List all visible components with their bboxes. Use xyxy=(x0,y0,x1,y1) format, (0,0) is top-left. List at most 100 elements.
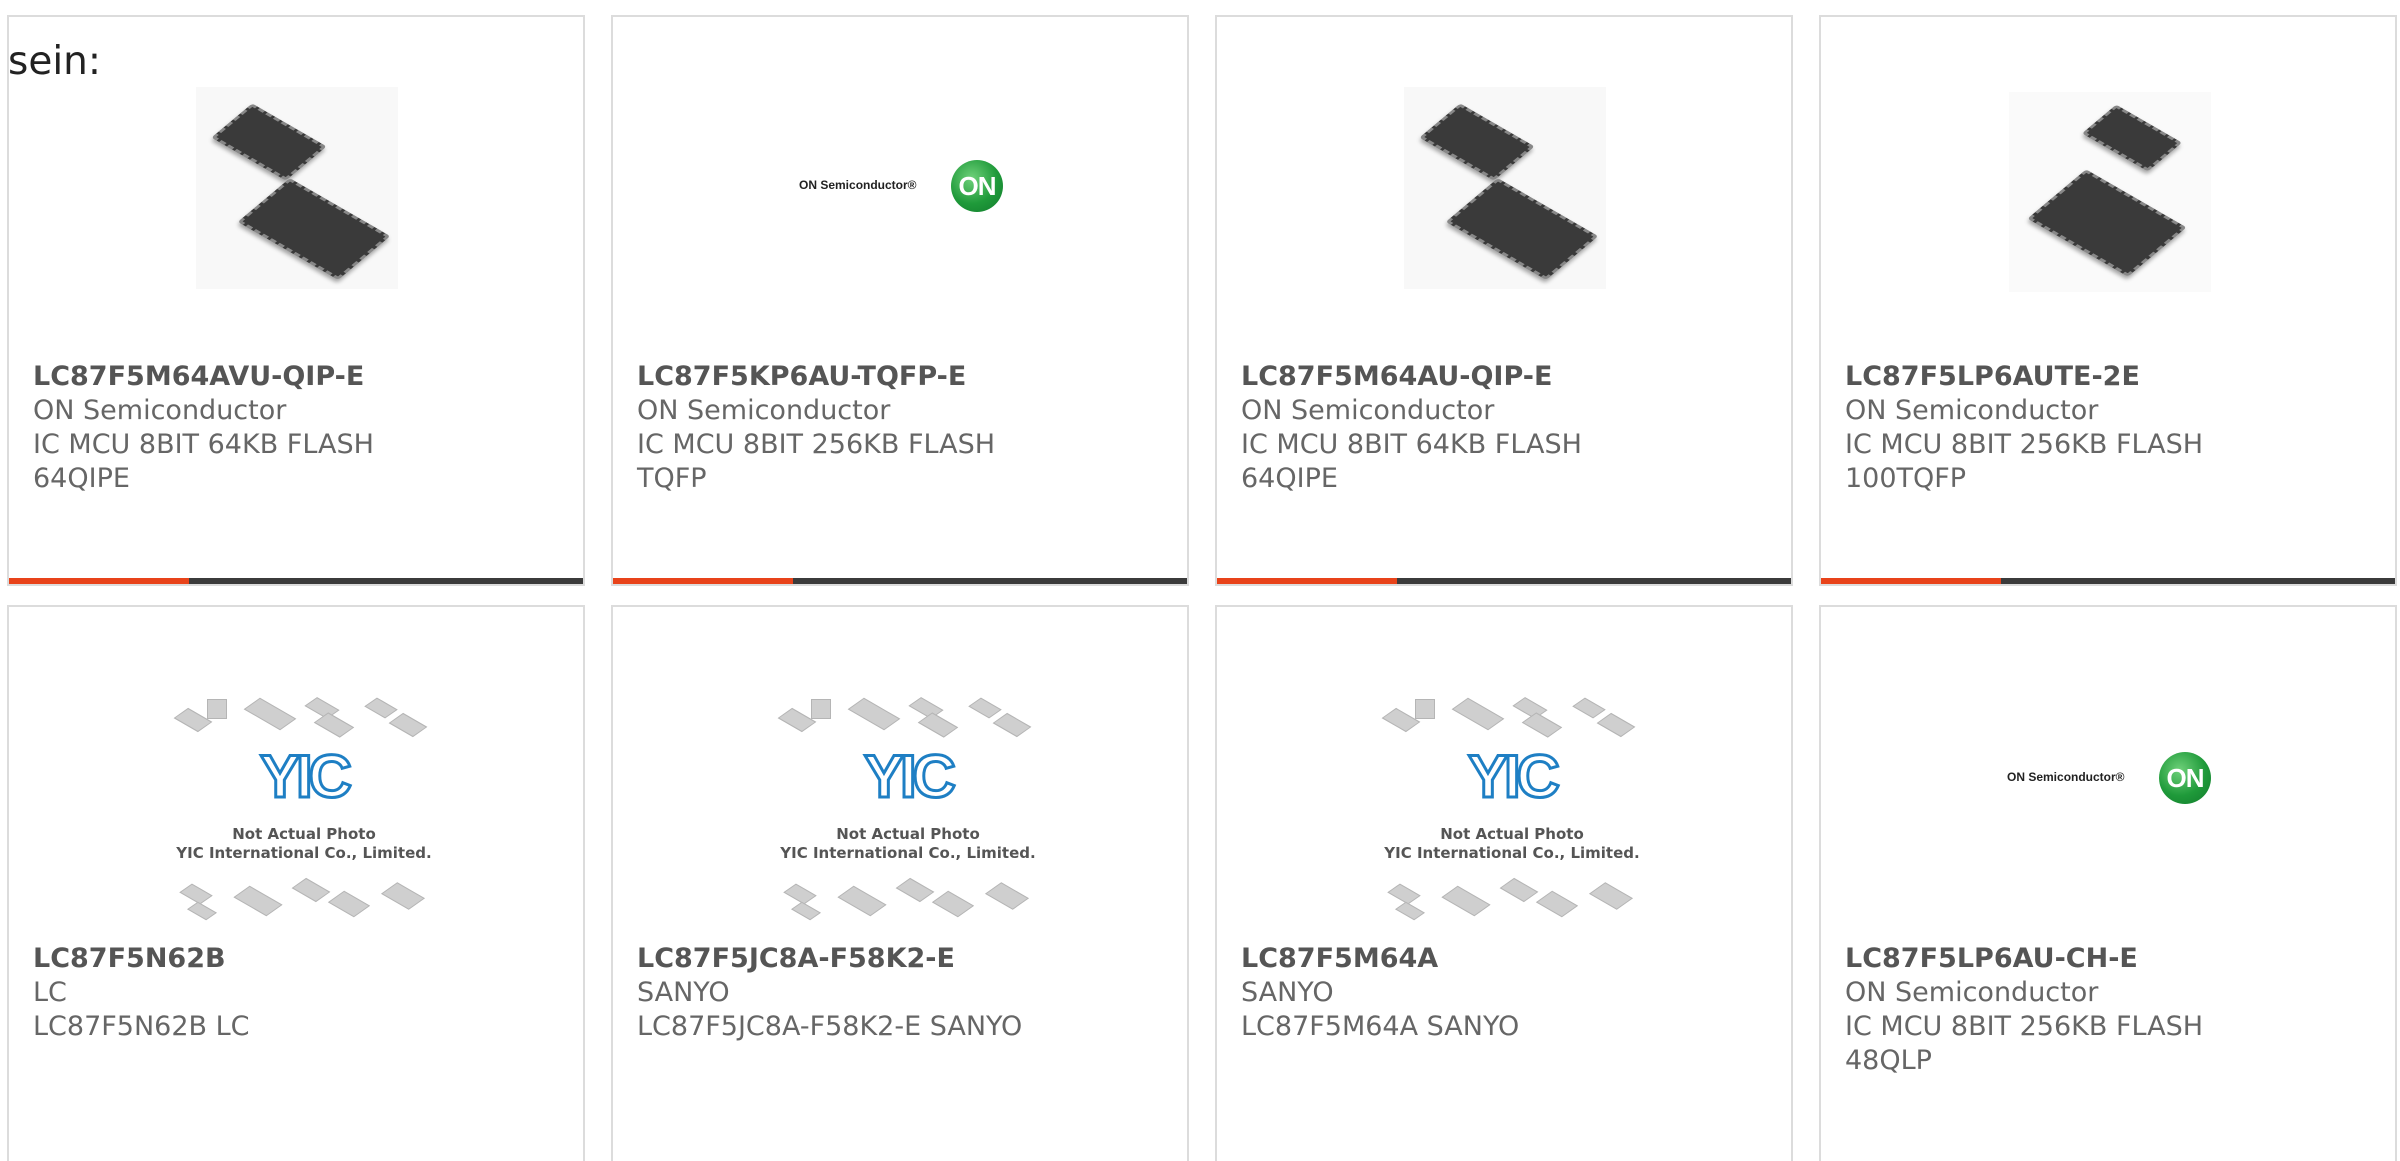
part-number-link[interactable]: LC87F5M64AVU-QIP-E xyxy=(33,360,559,394)
chip-package xyxy=(237,178,391,280)
yic-logo: YIC xyxy=(258,743,353,810)
package-thumbnail xyxy=(1415,699,1435,719)
product-description: LC87F5N62B LC xyxy=(33,1011,250,1042)
yic-caption: YIC International Co., Limited. xyxy=(176,844,432,862)
package-thumbnail xyxy=(207,699,227,719)
on-semiconductor-logo: ON Semiconductor® ON xyxy=(2007,752,2217,804)
product-card[interactable]: YIC Not Actual Photo YIC International C… xyxy=(1215,605,1793,1161)
on-logo-badge: ON xyxy=(2159,752,2211,804)
card-bottom-bar xyxy=(613,578,1187,584)
product-description: IC MCU 8BIT 64KB FLASH 64QIPE xyxy=(1241,429,1582,494)
product-image[interactable]: YIC Not Actual Photo YIC International C… xyxy=(613,607,1187,937)
yic-caption: Not Actual Photo xyxy=(232,825,376,843)
card-bar-accent xyxy=(613,578,793,584)
package-thumbnail xyxy=(1572,697,1606,719)
package-thumbnail xyxy=(364,697,398,719)
product-grid-page: sein: LC87F5M64AVU-QIP-E ON Semiconducto… xyxy=(0,0,2400,1161)
on-logo-wordmark: ON Semiconductor® xyxy=(799,178,917,192)
part-number-link[interactable]: LC87F5M64AU-QIP-E xyxy=(1241,360,1767,394)
package-thumbnail xyxy=(791,901,821,921)
product-card[interactable]: LC87F5M64AVU-QIP-E ON Semiconductor IC M… xyxy=(7,15,585,586)
part-number-link[interactable]: LC87F5KP6AU-TQFP-E xyxy=(637,360,1163,394)
part-number-link[interactable]: LC87F5M64A xyxy=(1241,942,1767,976)
lead-text: sein: xyxy=(8,39,102,84)
card-bottom-bar xyxy=(9,578,583,584)
product-description: LC87F5JC8A-F58K2-E SANYO xyxy=(637,1011,1023,1042)
card-bottom-bar xyxy=(1217,578,1791,584)
card-bar-accent xyxy=(9,578,189,584)
chip-package xyxy=(2027,169,2187,277)
product-info: LC87F5M64A SANYO LC87F5M64A SANYO xyxy=(1241,942,1767,1044)
product-image[interactable] xyxy=(1821,17,2395,347)
package-thumbnail xyxy=(985,882,1029,910)
package-thumbnail xyxy=(187,901,217,921)
package-thumbnail xyxy=(1451,697,1505,731)
package-thumbnail xyxy=(1499,877,1539,903)
card-bottom-bar xyxy=(1821,578,2395,584)
yic-logo: YIC xyxy=(862,743,957,810)
product-image[interactable]: YIC Not Actual Photo YIC International C… xyxy=(9,607,583,937)
package-thumbnail xyxy=(291,877,331,903)
manufacturer: ON Semiconductor xyxy=(33,395,287,426)
part-number-link[interactable]: LC87F5JC8A-F58K2-E xyxy=(637,942,1163,976)
yic-caption: YIC International Co., Limited. xyxy=(780,844,1036,862)
product-info: LC87F5JC8A-F58K2-E SANYO LC87F5JC8A-F58K… xyxy=(637,942,1163,1044)
product-image[interactable]: ON Semiconductor® ON xyxy=(613,17,1187,347)
manufacturer: SANYO xyxy=(637,977,730,1008)
package-thumbnail xyxy=(992,712,1032,738)
product-card[interactable]: ON Semiconductor® ON LC87F5KP6AU-TQFP-E … xyxy=(611,15,1189,586)
package-thumbnail xyxy=(243,697,297,731)
package-thumbnail xyxy=(931,890,975,918)
yic-placeholder-image: YIC Not Actual Photo YIC International C… xyxy=(169,697,439,932)
package-thumbnail xyxy=(233,885,283,917)
product-card[interactable]: YIC Not Actual Photo YIC International C… xyxy=(7,605,585,1161)
manufacturer: LC xyxy=(33,977,67,1008)
on-logo-wordmark: ON Semiconductor® xyxy=(2007,770,2125,784)
product-card[interactable]: LC87F5M64AU-QIP-E ON Semiconductor IC MC… xyxy=(1215,15,1793,586)
product-description: IC MCU 8BIT 64KB FLASH 64QIPE xyxy=(33,429,374,494)
package-thumbnail xyxy=(327,890,371,918)
part-number-link[interactable]: LC87F5LP6AU-CH-E xyxy=(1845,942,2371,976)
product-image[interactable]: YIC Not Actual Photo YIC International C… xyxy=(1217,607,1791,937)
product-card[interactable]: ON Semiconductor® ON LC87F5LP6AU-CH-E ON… xyxy=(1819,605,2397,1161)
part-number-link[interactable]: LC87F5N62B xyxy=(33,942,559,976)
product-info: LC87F5LP6AU-CH-E ON Semiconductor IC MCU… xyxy=(1845,942,2371,1078)
package-thumbnail xyxy=(1521,712,1563,738)
yic-caption: Not Actual Photo xyxy=(836,825,980,843)
manufacturer: ON Semiconductor xyxy=(1845,977,2099,1008)
chip-package xyxy=(211,103,327,181)
chip-package xyxy=(1419,103,1535,181)
package-thumbnail xyxy=(847,697,901,731)
chip-photo xyxy=(196,87,398,289)
card-bar-accent xyxy=(1217,578,1397,584)
product-info: LC87F5LP6AUTE-2E ON Semiconductor IC MCU… xyxy=(1845,360,2371,496)
package-thumbnail xyxy=(1395,901,1425,921)
chip-package xyxy=(1445,178,1599,280)
part-number-link[interactable]: LC87F5LP6AUTE-2E xyxy=(1845,360,2371,394)
package-thumbnail xyxy=(381,882,425,910)
product-card[interactable]: YIC Not Actual Photo YIC International C… xyxy=(611,605,1189,1161)
product-info: LC87F5KP6AU-TQFP-E ON Semiconductor IC M… xyxy=(637,360,1163,496)
package-thumbnail xyxy=(179,883,213,905)
package-thumbnail xyxy=(1535,890,1579,918)
product-description: IC MCU 8BIT 256KB FLASH TQFP xyxy=(637,429,996,494)
package-thumbnail xyxy=(968,697,1002,719)
product-image[interactable] xyxy=(1217,17,1791,347)
package-thumbnail xyxy=(388,712,428,738)
package-thumbnail xyxy=(1387,883,1421,905)
chip-photo xyxy=(1404,87,1606,289)
package-thumbnail xyxy=(917,712,959,738)
yic-caption: Not Actual Photo xyxy=(1440,825,1584,843)
yic-logo: YIC xyxy=(1466,743,1561,810)
package-thumbnail xyxy=(1441,885,1491,917)
chip-package xyxy=(2081,104,2183,172)
product-description: LC87F5M64A SANYO xyxy=(1241,1011,1520,1042)
yic-caption: YIC International Co., Limited. xyxy=(1384,844,1640,862)
on-semiconductor-logo: ON Semiconductor® ON xyxy=(799,160,1009,212)
product-card[interactable]: LC87F5LP6AUTE-2E ON Semiconductor IC MCU… xyxy=(1819,15,2397,586)
product-image[interactable]: ON Semiconductor® ON xyxy=(1821,607,2395,937)
product-description: IC MCU 8BIT 256KB FLASH 100TQFP xyxy=(1845,429,2204,494)
on-logo-badge: ON xyxy=(951,160,1003,212)
yic-placeholder-image: YIC Not Actual Photo YIC International C… xyxy=(773,697,1043,932)
product-info: LC87F5M64AVU-QIP-E ON Semiconductor IC M… xyxy=(33,360,559,496)
